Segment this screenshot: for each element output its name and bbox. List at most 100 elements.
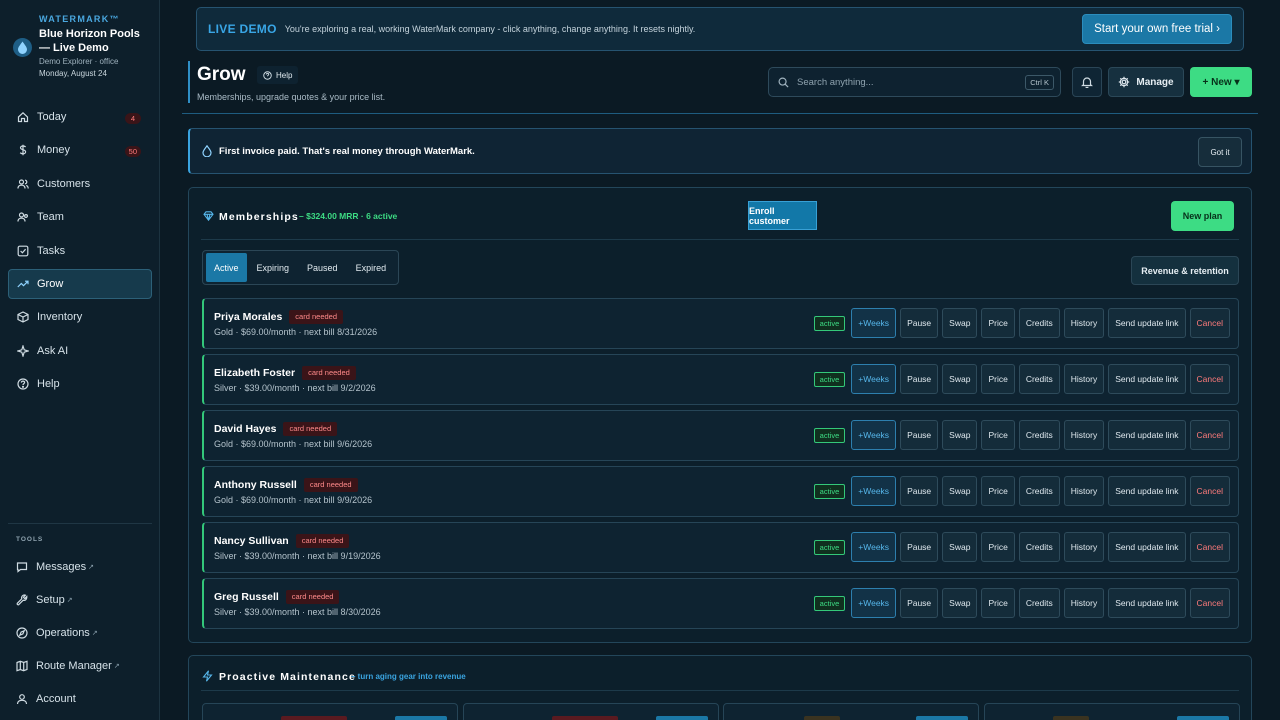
tab-expiring[interactable]: Expiring [249,253,298,282]
credits-button[interactable]: Credits [1018,588,1060,618]
price-button[interactable]: Price [981,532,1015,562]
tab-active[interactable]: Active [206,253,247,282]
maintenance-item-card[interactable] [463,703,719,720]
send-update-link-button[interactable]: Send update link [1108,588,1186,618]
customer-name[interactable]: Anthony Russell card needed [214,478,358,492]
swap-button[interactable]: Swap [942,420,978,450]
add-weeks-button[interactable]: +Weeks [851,532,897,562]
sidebar-item-route-manager[interactable]: Route Manager ↗ [8,649,152,682]
cancel-button[interactable]: Cancel [1189,308,1230,338]
sidebar-item-inventory[interactable]: Inventory [8,302,152,332]
cancel-button[interactable]: Cancel [1189,420,1230,450]
history-button[interactable]: History [1063,308,1105,338]
price-button[interactable]: Price [981,588,1015,618]
send-update-link-button[interactable]: Send update link [1108,364,1186,394]
action-button[interactable] [656,716,708,720]
new-button[interactable]: + New ▾ [1190,67,1252,97]
pause-button[interactable]: Pause [900,532,939,562]
swap-button[interactable]: Swap [942,308,978,338]
sidebar-item-money[interactable]: Money 50 [8,135,152,165]
plan-detail: Gold · $69.00/month · next bill 8/31/202… [214,327,378,337]
pause-button[interactable]: Pause [900,308,939,338]
maintenance-item-card[interactable] [723,703,979,720]
maintenance-item-card[interactable] [202,703,458,720]
new-plan-button[interactable]: New plan [1171,201,1234,231]
credits-button[interactable]: Credits [1018,476,1060,506]
cancel-button[interactable]: Cancel [1189,532,1230,562]
cancel-button[interactable]: Cancel [1189,364,1230,394]
customer-name[interactable]: Greg Russell card needed [214,590,340,604]
sidebar-item-today[interactable]: Today 4 [8,102,152,132]
price-button[interactable]: Price [981,476,1015,506]
sidebar-item-ask-ai[interactable]: Ask AI [8,336,152,366]
manage-button[interactable]: Manage [1108,67,1184,97]
revenue-retention-button[interactable]: Revenue & retention [1131,256,1239,285]
sidebar-item-help[interactable]: Help [8,369,152,399]
price-button[interactable]: Price [981,420,1015,450]
action-button[interactable] [916,716,968,720]
search-input[interactable]: Search anything... Ctrl K [768,67,1061,97]
add-weeks-button[interactable]: +Weeks [851,588,897,618]
sidebar-item-account[interactable]: Account [8,682,152,715]
send-update-link-button[interactable]: Send update link [1108,308,1186,338]
maintenance-item-card[interactable] [984,703,1240,720]
history-button[interactable]: History [1063,532,1105,562]
cancel-button[interactable]: Cancel [1189,588,1230,618]
customer-name[interactable]: David Hayes card needed [214,422,338,436]
sidebar-item-operations[interactable]: Operations ↗ [8,616,152,649]
credits-button[interactable]: Credits [1018,364,1060,394]
history-button[interactable]: History [1063,420,1105,450]
membership-row[interactable]: Elizabeth Foster card needed Silver · $39.… [202,354,1239,405]
sidebar-item-messages[interactable]: Messages ↗ [8,550,152,583]
swap-button[interactable]: Swap [942,588,978,618]
swap-button[interactable]: Swap [942,476,978,506]
start-free-trial-button[interactable]: Start your own free trial › [1082,14,1232,44]
send-update-link-button[interactable]: Send update link [1108,532,1186,562]
history-button[interactable]: History [1063,588,1105,618]
membership-row[interactable]: Anthony Russell card needed Gold · $69.00/… [202,466,1239,517]
pause-button[interactable]: Pause [900,420,939,450]
membership-row[interactable]: Priya Morales card needed Gold · $69.00/mo… [202,298,1239,349]
tab-paused[interactable]: Paused [299,253,346,282]
customer-name[interactable]: Nancy Sullivan card needed [214,534,350,548]
sidebar-item-grow[interactable]: Grow [8,268,152,299]
add-weeks-button[interactable]: +Weeks [851,476,897,506]
send-update-link-button[interactable]: Send update link [1108,420,1186,450]
sidebar-item-setup[interactable]: Setup ↗ [8,583,152,616]
price-button[interactable]: Price [981,364,1015,394]
credits-button[interactable]: Credits [1018,532,1060,562]
pause-button[interactable]: Pause [900,364,939,394]
swap-button[interactable]: Swap [942,532,978,562]
sidebar-item-tasks[interactable]: Tasks [8,236,152,266]
credits-button[interactable]: Credits [1018,420,1060,450]
sidebar-item-team[interactable]: Team [8,202,152,232]
enroll-customer-button[interactable]: Enroll customer [748,201,817,230]
history-button[interactable]: History [1063,364,1105,394]
sidebar-item-label: Messages [36,560,87,573]
action-button[interactable] [395,716,447,720]
bell-icon [1081,77,1093,88]
history-button[interactable]: History [1063,476,1105,506]
credits-button[interactable]: Credits [1018,308,1060,338]
action-button[interactable] [1177,716,1229,720]
swap-button[interactable]: Swap [942,364,978,394]
add-weeks-button[interactable]: +Weeks [851,364,897,394]
tab-expired[interactable]: Expired [348,253,395,282]
membership-row[interactable]: David Hayes card needed Gold · $69.00/mont… [202,410,1239,461]
add-weeks-button[interactable]: +Weeks [851,308,897,338]
customer-name[interactable]: Priya Morales card needed [214,310,343,324]
membership-row[interactable]: Greg Russell card needed Silver · $39.00/m… [202,578,1239,629]
help-button[interactable]: Help [257,66,299,84]
add-weeks-button[interactable]: +Weeks [851,420,897,450]
pause-button[interactable]: Pause [900,476,939,506]
pause-button[interactable]: Pause [900,588,939,618]
membership-row[interactable]: Nancy Sullivan card needed Silver · $39.00… [202,522,1239,573]
bolt-icon [202,670,213,682]
notifications-button[interactable] [1072,67,1102,97]
got-it-button[interactable]: Got it [1198,137,1242,167]
price-button[interactable]: Price [981,308,1015,338]
sidebar-item-customers[interactable]: Customers [8,169,152,199]
cancel-button[interactable]: Cancel [1189,476,1230,506]
send-update-link-button[interactable]: Send update link [1108,476,1186,506]
customer-name[interactable]: Elizabeth Foster card needed [214,366,356,380]
